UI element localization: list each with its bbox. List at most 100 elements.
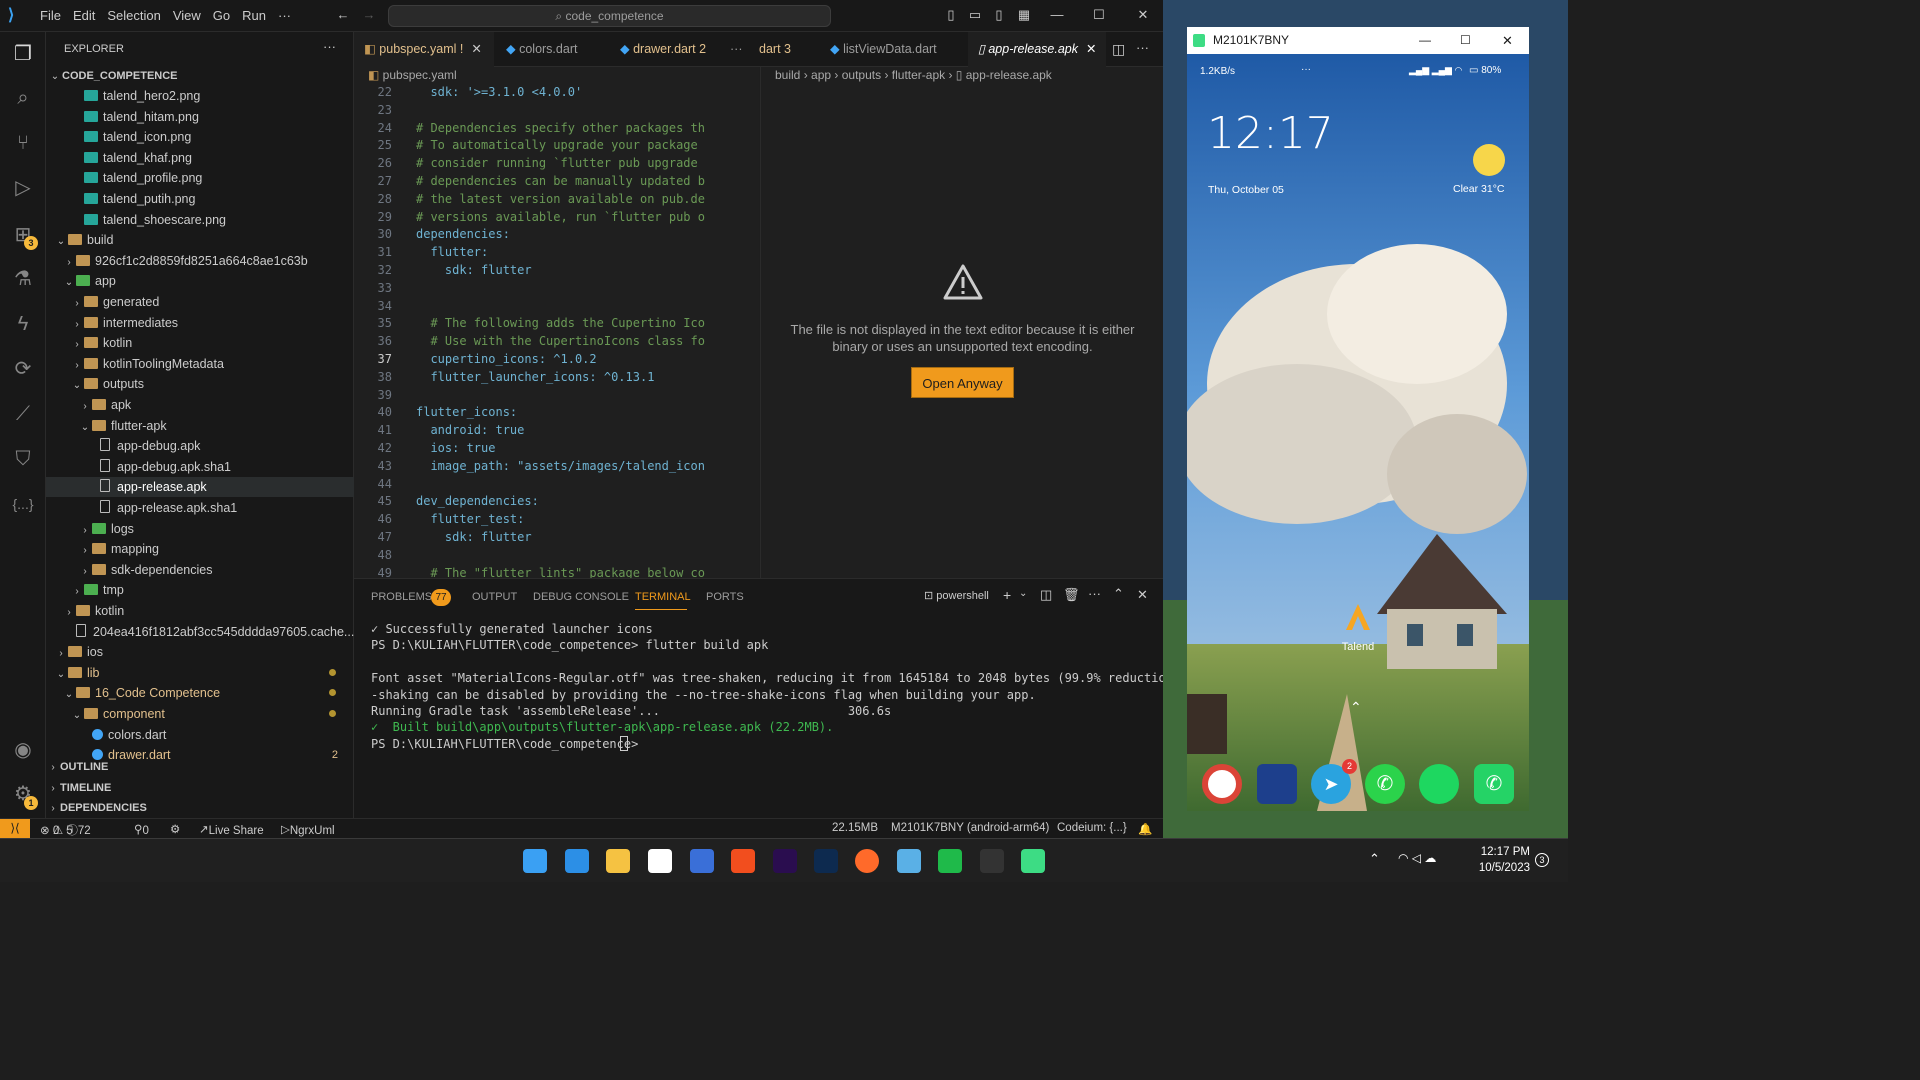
toggle-secondary-sidebar-icon[interactable]: ▯ <box>990 6 1008 24</box>
testing-icon[interactable]: ⚗ <box>9 265 37 293</box>
tree-item[interactable]: › intermediates <box>46 313 354 333</box>
open-anyway-button[interactable]: Open Anyway <box>911 367 1014 398</box>
terminal-app-icon[interactable] <box>980 849 1004 873</box>
forward-arrow-icon[interactable]: → <box>360 6 378 24</box>
ports-status[interactable]: ⚲ 0 <box>134 822 149 837</box>
whatsapp-app-icon[interactable]: ✆ <box>1474 764 1514 804</box>
tree-item[interactable]: › mapping <box>46 539 354 559</box>
firefox-icon[interactable] <box>855 849 879 873</box>
tray-network-volume-icon[interactable]: ◠ ◁ ☁ <box>1398 851 1436 865</box>
split-editor-icon[interactable]: ◫ <box>1112 41 1125 58</box>
toggle-sidebar-icon[interactable]: ▯ <box>942 6 960 24</box>
tab-app-release[interactable]: ▯ app-release.apk ✕ <box>968 32 1106 67</box>
flutter-icon[interactable]: ⟋ <box>9 400 37 428</box>
tree-item[interactable]: ⌄ 16_Code Competence <box>46 683 354 703</box>
terminal-shell-selector[interactable]: ⊡ powershell <box>924 589 989 602</box>
premiere-icon[interactable] <box>773 849 797 873</box>
tree-item[interactable]: › sdk-dependencies <box>46 560 354 580</box>
debug-status-icon[interactable]: ⚙ <box>170 822 180 836</box>
menu-selection[interactable]: Selection <box>107 8 160 23</box>
editor-more-icon[interactable]: ··· <box>1136 40 1149 55</box>
spotify-app-icon[interactable] <box>1419 764 1459 804</box>
chrome-app-icon[interactable] <box>1202 764 1242 804</box>
tree-item[interactable]: talend_profile.png <box>46 168 354 188</box>
tree-item[interactable]: colors.dart <box>46 725 354 745</box>
menu-file[interactable]: File <box>40 8 61 23</box>
thunder-client-icon[interactable]: ϟ <box>9 310 37 338</box>
json-icon[interactable]: {...} <box>9 490 37 518</box>
accounts-icon[interactable]: ◉ <box>9 736 37 764</box>
line-app-icon[interactable] <box>938 849 962 873</box>
tree-item[interactable]: › logs <box>46 519 354 539</box>
source-control-icon[interactable]: ⑂ <box>9 129 37 157</box>
tree-item[interactable]: talend_shoescare.png <box>46 210 354 230</box>
menu-more[interactable]: ··· <box>278 8 291 23</box>
tab-colors[interactable]: ◆ colors.dart <box>506 32 577 67</box>
tab-overflow[interactable]: ··· <box>730 32 743 67</box>
ngrx-uml-button[interactable]: ▷ NgrxUml <box>281 822 335 837</box>
tree-item[interactable]: talend_khaf.png <box>46 148 354 168</box>
search-view-icon[interactable]: ⌕ <box>9 84 37 112</box>
tree-item[interactable]: ⌄ outputs <box>46 374 354 394</box>
file-explorer-icon[interactable] <box>606 849 630 873</box>
workspace-root[interactable]: ⌄ CODE_COMPETENCE <box>46 65 354 85</box>
split-terminal-icon[interactable]: ◫ <box>1040 587 1052 603</box>
menu-go[interactable]: Go <box>213 8 230 23</box>
phone-minimize-icon[interactable]: — <box>1419 27 1431 54</box>
chevron-down-icon[interactable]: ⌄ <box>1019 588 1027 599</box>
menu-view[interactable]: View <box>173 8 201 23</box>
tree-item[interactable]: › 926cf1c2d8859fd8251a664c8ae1c63b <box>46 251 354 271</box>
shield-icon[interactable]: ⛉ <box>9 445 37 473</box>
tab-drawer[interactable]: ◆ drawer.dart 2 <box>620 32 706 67</box>
tab-listviewdata[interactable]: ◆ listViewData.dart <box>830 32 937 67</box>
customize-layout-icon[interactable]: ▦ <box>1015 6 1033 24</box>
photos-icon[interactable] <box>897 849 921 873</box>
trash-icon[interactable]: 🗑 <box>1063 587 1080 603</box>
explorer-more-icon[interactable]: ··· <box>323 39 336 54</box>
minimize-icon[interactable]: — <box>1048 6 1066 24</box>
photoshop-icon[interactable] <box>814 849 838 873</box>
live-share-button[interactable]: ↗ Live Share <box>199 822 264 837</box>
tree-item[interactable]: ⌄ flutter-apk <box>46 416 354 436</box>
tree-item[interactable]: › tmp <box>46 580 354 600</box>
weather[interactable]: Clear 31°C <box>1453 183 1504 195</box>
tab-debug-console[interactable]: DEBUG CONSOLE <box>533 591 629 603</box>
tree-item[interactable]: app-debug.apk.sha1 <box>46 457 354 477</box>
figma-icon[interactable] <box>731 849 755 873</box>
tree-item[interactable]: app-debug.apk <box>46 436 354 456</box>
tree-item[interactable]: › generated <box>46 292 354 312</box>
remote-indicator-icon[interactable]: ⟩⟨ <box>0 819 30 838</box>
chevron-up-icon[interactable]: ⌃ <box>1350 699 1362 716</box>
tab-terminal[interactable]: TERMINAL <box>635 591 691 603</box>
tree-item[interactable]: talend_hero2.png <box>46 86 354 106</box>
section-dependencies[interactable]: › DEPENDENCIES <box>46 797 354 817</box>
tree-item[interactable]: › kotlin <box>46 333 354 353</box>
section-timeline[interactable]: › TIMELINE <box>46 777 354 797</box>
run-debug-icon[interactable]: ▷ <box>9 174 37 202</box>
phone-screen[interactable]: 1.2KB/s ··· ▂▄▆ ▂▄▆ ◠ ▭ 80% 12:17 Thu, O… <box>1187 54 1529 811</box>
maximize-icon[interactable]: ☐ <box>1090 6 1108 24</box>
tree-item[interactable]: ⌄ app <box>46 271 354 291</box>
tab-output[interactable]: OUTPUT <box>472 591 517 603</box>
maximize-panel-icon[interactable]: ⌃ <box>1113 586 1124 602</box>
tab-dart[interactable]: dart 3 <box>759 32 791 67</box>
tab-ports[interactable]: PORTS <box>706 591 744 603</box>
tree-item[interactable]: › ios <box>46 642 354 662</box>
menu-run[interactable]: Run <box>242 8 266 23</box>
tree-item[interactable]: app-release.apk <box>46 477 354 498</box>
panel-more-icon[interactable]: ··· <box>1088 586 1101 601</box>
tab-problems[interactable]: PROBLEMS <box>371 591 432 603</box>
clock[interactable]: 12:17 <box>1207 108 1334 159</box>
menu-edit[interactable]: Edit <box>73 8 95 23</box>
command-center-search[interactable]: ⌕ code_competence <box>388 5 831 27</box>
scrcpy-taskbar-icon[interactable] <box>1021 849 1045 873</box>
new-terminal-icon[interactable]: + <box>1003 587 1011 603</box>
code-editor[interactable]: ◧ pubspec.yaml 22 sdk: '>=3.1.0 <4.0.0' 2… <box>354 67 759 578</box>
tree-item[interactable]: ⌄ lib <box>46 663 354 683</box>
phone-maximize-icon[interactable]: ☐ <box>1460 27 1471 54</box>
classroom-app-icon[interactable] <box>1257 764 1297 804</box>
tree-item[interactable]: 204ea416f1812abf3cc545dddda97605.cache..… <box>46 622 354 642</box>
vscode-taskbar-icon[interactable] <box>565 849 589 873</box>
start-windows-icon[interactable] <box>523 849 547 873</box>
tree-item[interactable]: › kotlin <box>46 601 354 621</box>
